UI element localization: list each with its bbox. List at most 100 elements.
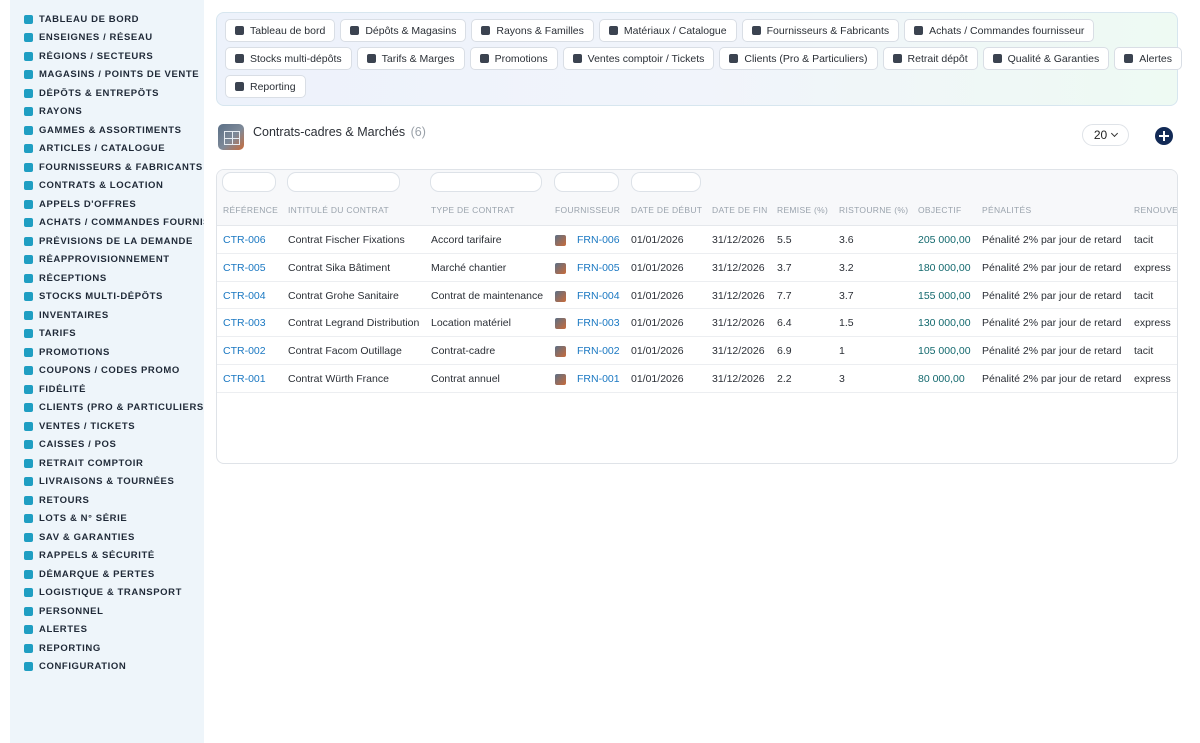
- table-row[interactable]: CTR-006 Contrat Fischer Fixations Accord t…: [217, 226, 1177, 254]
- nav-button-reporting[interactable]: Reporting: [225, 75, 306, 98]
- sidebar-item-label: RAPPELS & SÉCURITÉ: [39, 550, 155, 562]
- nav-button-qualite-garanties[interactable]: Qualité & Garanties: [982, 47, 1110, 70]
- sidebar-item-demarque-pertes[interactable]: DÉMARQUE & PERTES: [10, 565, 204, 584]
- penalties-text: Pénalité 2% par jour de retard: [982, 372, 1122, 385]
- column-header[interactable]: PÉNALITÉS: [982, 205, 1031, 215]
- sidebar-item-livraisons-tournees[interactable]: LIVRAISONS & TOURNÉES: [10, 473, 204, 492]
- column-header[interactable]: OBJECTIF: [918, 205, 962, 215]
- column-header[interactable]: RÉFÉRENCE: [223, 205, 278, 215]
- sidebar-item-reapprovisionnement[interactable]: RÉAPPROVISIONNEMENT: [10, 251, 204, 270]
- page-size-value: 20: [1093, 128, 1108, 142]
- nav-button-retrait-depot[interactable]: Retrait dépôt: [882, 47, 978, 70]
- supplier-link[interactable]: FRN-002: [577, 345, 620, 357]
- contract-reference-link[interactable]: CTR-005: [223, 262, 266, 274]
- column-filter-input[interactable]: [430, 172, 542, 192]
- sidebar-item-previsions-de-la-demande[interactable]: PRÉVISIONS DE LA DEMANDE: [10, 232, 204, 251]
- contract-reference-link[interactable]: CTR-002: [223, 345, 266, 357]
- nav-button-clients-pro-particuliers[interactable]: Clients (Pro & Particuliers): [719, 47, 878, 70]
- nav-button-materiaux-catalogue[interactable]: Matériaux / Catalogue: [598, 19, 737, 42]
- column-filter-input[interactable]: [287, 172, 400, 192]
- column-header[interactable]: DATE DE FIN: [712, 205, 768, 215]
- supplier-avatar-icon: [555, 290, 566, 302]
- column-header[interactable]: RISTOURNE (%): [839, 205, 908, 215]
- sidebar-item-tableau-de-bord[interactable]: TABLEAU DE BORD: [10, 10, 204, 29]
- table-row[interactable]: CTR-003 Contrat Legrand Distribution Locat…: [217, 309, 1177, 338]
- nav-button-depots-magasins[interactable]: Dépôts & Magasins: [340, 19, 467, 42]
- column-filter-input[interactable]: [631, 172, 701, 192]
- sidebar-item-enseignes-reseau[interactable]: ENSEIGNES / RÉSEAU: [10, 29, 204, 48]
- discount-value: 7.7: [777, 289, 792, 302]
- sidebar-item-coupons-codes-promo[interactable]: COUPONS / CODES PROMO: [10, 362, 204, 381]
- sidebar-item-lots-n-serie[interactable]: LOTS & N° SÉRIE: [10, 510, 204, 529]
- sidebar-item-clients-pro-particuliers[interactable]: CLIENTS (PRO & PARTICULIERS): [10, 399, 204, 418]
- sidebar-item-rayons[interactable]: RAYONS: [10, 103, 204, 122]
- sidebar-item-alertes[interactable]: ALERTES: [10, 621, 204, 640]
- nav-button-rayons-familles[interactable]: Rayons & Familles: [471, 19, 594, 42]
- sidebar-item-configuration[interactable]: CONFIGURATION: [10, 658, 204, 677]
- sidebar-item-caisses-pos[interactable]: CAISSES / POS: [10, 436, 204, 455]
- nav-button-promotions[interactable]: Promotions: [469, 47, 558, 70]
- chart-icon: [24, 236, 33, 246]
- sidebar-item-receptions[interactable]: RÉCEPTIONS: [10, 269, 204, 288]
- table-row[interactable]: CTR-001 Contrat Würth France Contrat annue…: [217, 365, 1177, 393]
- sidebar-item-stocks-multi-depots[interactable]: STOCKS MULTI-DÉPÔTS: [10, 288, 204, 307]
- sidebar-item-articles-catalogue[interactable]: ARTICLES / CATALOGUE: [10, 140, 204, 159]
- sidebar-item-logistique-transport[interactable]: LOGISTIQUE & TRANSPORT: [10, 584, 204, 603]
- sidebar-item-inventaires[interactable]: INVENTAIRES: [10, 306, 204, 325]
- column-header[interactable]: TYPE DE CONTRAT: [431, 205, 515, 215]
- nav-button-tableau-de-bord[interactable]: Tableau de bord: [225, 19, 336, 42]
- contract-reference-link[interactable]: CTR-001: [223, 373, 266, 385]
- nav-button-achats-commandes-fournisseur[interactable]: Achats / Commandes fournisseur: [904, 19, 1095, 42]
- supplier-link[interactable]: FRN-005: [577, 262, 620, 274]
- contract-reference-link[interactable]: CTR-004: [223, 290, 266, 302]
- page-size-select[interactable]: 20: [1082, 124, 1129, 146]
- sidebar-item-regions-secteurs[interactable]: RÉGIONS / SECTEURS: [10, 47, 204, 66]
- supplier-link[interactable]: FRN-001: [577, 373, 620, 385]
- add-contract-button[interactable]: [1155, 127, 1173, 145]
- column-header[interactable]: REMISE (%): [777, 205, 828, 215]
- sidebar-item-fournisseurs-fabricants[interactable]: FOURNISSEURS & FABRICANTS: [10, 158, 204, 177]
- tag-icon: [24, 329, 33, 339]
- contract-reference-link[interactable]: CTR-003: [223, 317, 266, 329]
- sidebar-item-rappels-securite[interactable]: RAPPELS & SÉCURITÉ: [10, 547, 204, 566]
- column-header[interactable]: RENOUVE: [1134, 205, 1177, 215]
- supplier-link[interactable]: FRN-004: [577, 290, 620, 302]
- sidebar-item-fidelite[interactable]: FIDÉLITÉ: [10, 380, 204, 399]
- table-row[interactable]: CTR-004 Contrat Grohe Sanitaire Contrat de…: [217, 282, 1177, 310]
- sidebar-item-personnel[interactable]: PERSONNEL: [10, 602, 204, 621]
- sidebar-item-tarifs[interactable]: TARIFS: [10, 325, 204, 344]
- nav-button-tarifs-marges[interactable]: Tarifs & Marges: [356, 47, 465, 70]
- contract-reference-link[interactable]: CTR-006: [223, 234, 266, 246]
- sidebar-item-reporting[interactable]: REPORTING: [10, 639, 204, 658]
- supplier-link[interactable]: FRN-006: [577, 234, 620, 246]
- sidebar-item-ventes-tickets[interactable]: VENTES / TICKETS: [10, 417, 204, 436]
- sidebar-item-magasins-points-de-vente[interactable]: MAGASINS / POINTS DE VENTE: [10, 66, 204, 85]
- sidebar-item-depots-entrepots[interactable]: DÉPÔTS & ENTREPÔTS: [10, 84, 204, 103]
- supplier-link[interactable]: FRN-003: [577, 317, 620, 329]
- column-filter-input[interactable]: [222, 172, 276, 192]
- sidebar-item-gammes-assortiments[interactable]: GAMMES & ASSORTIMENTS: [10, 121, 204, 140]
- sidebar-item-achats-commandes-fournisseur[interactable]: ACHATS / COMMANDES FOURNISSEUR: [10, 214, 204, 233]
- nav-button-fournisseurs-fabricants[interactable]: Fournisseurs & Fabricants: [741, 19, 900, 42]
- column-header[interactable]: INTITULÉ DU CONTRAT: [288, 205, 389, 215]
- contract-type: Contrat annuel: [431, 372, 500, 385]
- sidebar-item-contrats-location[interactable]: CONTRATS & LOCATION: [10, 177, 204, 196]
- sidebar-item-retrait-comptoir[interactable]: RETRAIT COMPTOIR: [10, 454, 204, 473]
- sidebar-item-appels-d-offres[interactable]: APPELS D'OFFRES: [10, 195, 204, 214]
- percent-icon: [479, 54, 489, 63]
- sidebar-item-label: TABLEAU DE BORD: [39, 13, 140, 25]
- nav-button-stocks-multi-depots[interactable]: Stocks multi-dépôts: [225, 47, 352, 70]
- column-header[interactable]: DATE DE DÉBUT: [631, 205, 702, 215]
- sidebar-item-label: RÉGIONS / SECTEURS: [39, 50, 154, 62]
- sidebar-item-promotions[interactable]: PROMOTIONS: [10, 343, 204, 362]
- nav-button-alertes[interactable]: Alertes: [1114, 47, 1182, 70]
- nav-button-ventes-comptoir-tickets[interactable]: Ventes comptoir / Tickets: [562, 47, 715, 70]
- rebate-value: 3.2: [839, 261, 854, 274]
- table-row[interactable]: CTR-002 Contrat Facom Outillage Contrat-ca…: [217, 337, 1177, 365]
- column-filter-input[interactable]: [554, 172, 619, 192]
- table-row[interactable]: CTR-005 Contrat Sika Bâtiment Marché chant…: [217, 254, 1177, 282]
- sidebar-item-sav-garanties[interactable]: SAV & GARANTIES: [10, 528, 204, 547]
- column-header[interactable]: FOURNISSEUR: [555, 205, 620, 215]
- supplier-avatar-icon: [555, 373, 566, 385]
- sidebar-item-retours[interactable]: RETOURS: [10, 491, 204, 510]
